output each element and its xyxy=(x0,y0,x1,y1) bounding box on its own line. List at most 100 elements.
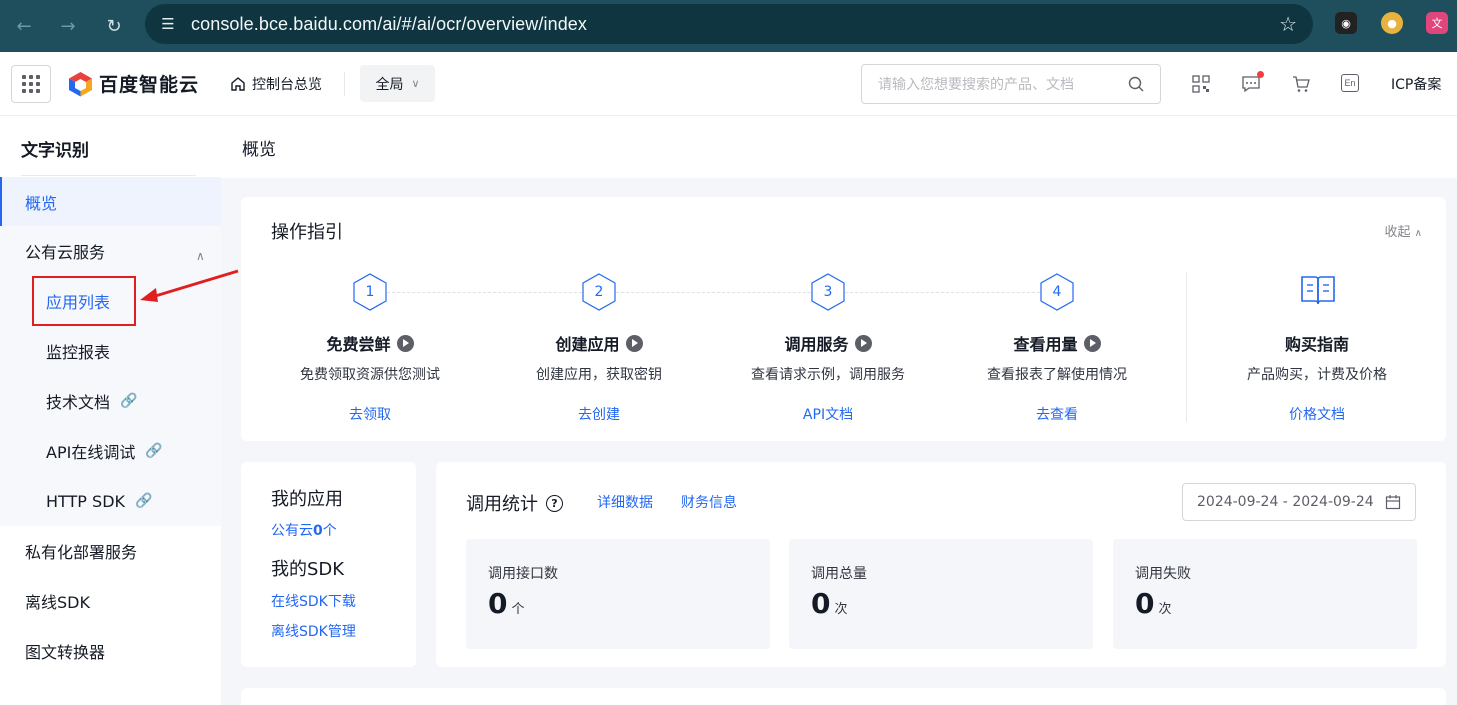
stats-title-text: 调用统计 xyxy=(466,494,538,515)
public-cloud-apps-link[interactable]: 公有云0个 xyxy=(271,520,337,540)
my-apps-title: 我的应用 xyxy=(271,489,343,510)
sidebar-item-http-sdk[interactable]: HTTP SDK 🔗 xyxy=(0,476,221,526)
collapse-button[interactable]: 收起 ∧ xyxy=(1385,221,1422,240)
detail-data-link[interactable]: 详细数据 xyxy=(597,492,653,512)
step-number-hex: 4 xyxy=(1040,273,1074,311)
guide-step: 4 查看用量 查看报表了解使用情况 去查看 xyxy=(942,273,1172,424)
price-docs-link[interactable]: 价格文档 xyxy=(1202,404,1432,424)
header-divider xyxy=(344,72,345,96)
bottom-card xyxy=(241,688,1446,705)
step-number: 3 xyxy=(823,284,833,300)
sidebar-item-api-debug[interactable]: API在线调试 🔗 xyxy=(0,426,221,476)
step-link-view[interactable]: 去查看 xyxy=(942,404,1172,424)
sidebar-item-image-converter[interactable]: 图文转换器 xyxy=(0,626,221,676)
stat-box-interfaces: 调用接口数 0个 xyxy=(466,539,770,649)
chevron-up-icon[interactable]: ∧ xyxy=(196,249,205,263)
guide-step: 1 免费尝鲜 免费领取资源供您测试 去领取 xyxy=(255,273,485,424)
sidebar-item-label: 公有云服务 xyxy=(25,243,106,262)
home-icon xyxy=(231,77,245,91)
sidebar-item-tech-docs[interactable]: 技术文档 🔗 xyxy=(0,376,221,426)
annotation-arrow xyxy=(140,269,239,302)
site-settings-icon[interactable]: ☰ xyxy=(145,15,191,33)
step-link-claim[interactable]: 去领取 xyxy=(255,404,485,424)
product-menu-button[interactable] xyxy=(11,65,51,103)
bookmark-star-icon[interactable]: ☆ xyxy=(1279,12,1297,36)
sidebar-item-private-deploy[interactable]: 私有化部署服务 xyxy=(0,526,221,576)
console-home-link[interactable]: 控制台总览 xyxy=(230,74,322,94)
date-range-picker[interactable]: 2024-09-24 - 2024-09-24 xyxy=(1182,483,1416,521)
stat-value: 0 xyxy=(1135,587,1155,620)
reload-icon[interactable]: ↻ xyxy=(92,4,136,48)
public-cloud-unit: 个 xyxy=(322,523,337,539)
address-bar[interactable]: ☰ console.bce.baidu.com/ai/#/ai/ocr/over… xyxy=(145,4,1313,44)
purchase-desc: 产品购买，计费及价格 xyxy=(1247,367,1387,383)
page-title: 概览 xyxy=(242,140,276,160)
my-apps-card: 我的应用 公有云0个 我的SDK 在线SDK下载 离线SDK管理 xyxy=(241,462,416,667)
sidebar-item-label: HTTP SDK xyxy=(46,491,125,511)
step-link-api-docs[interactable]: API文档 xyxy=(713,404,943,424)
icp-filing-link[interactable]: ICP备案 xyxy=(1391,74,1441,94)
step-name: 查看用量 xyxy=(1013,335,1078,354)
external-link-icon: 🔗 xyxy=(145,443,163,459)
finance-info-link[interactable]: 财务信息 xyxy=(681,492,737,512)
grid-icon xyxy=(22,75,40,93)
sidebar-title: 文字识别 xyxy=(21,141,89,161)
url-text[interactable]: console.bce.baidu.com/ai/#/ai/ocr/overvi… xyxy=(191,14,587,35)
my-sdk-title: 我的SDK xyxy=(271,559,345,580)
stat-label: 调用接口数 xyxy=(488,566,558,582)
stat-label: 调用失败 xyxy=(1135,566,1191,582)
search-placeholder: 请输入您想要搜索的产品、文档 xyxy=(878,77,1074,93)
language-icon[interactable]: En xyxy=(1341,74,1359,92)
play-video-icon[interactable] xyxy=(854,334,872,352)
step-name: 调用服务 xyxy=(784,335,849,354)
stat-unit: 次 xyxy=(1158,602,1172,617)
message-icon[interactable] xyxy=(1241,71,1264,94)
sidebar-item-overview[interactable]: 概览 xyxy=(0,177,221,227)
offline-sdk-manage-link[interactable]: 离线SDK管理 xyxy=(271,621,356,641)
play-video-icon[interactable] xyxy=(1083,334,1101,352)
extension-translate-icon[interactable]: 文 xyxy=(1426,12,1448,34)
sidebar-item-label: API在线调试 xyxy=(46,443,136,462)
sidebar-item-label: 概览 xyxy=(25,194,58,213)
step-link-create[interactable]: 去创建 xyxy=(484,404,714,424)
step-desc: 查看请求示例，调用服务 xyxy=(751,367,905,383)
content-header: 概览 xyxy=(221,116,1457,178)
region-select[interactable]: 全局 ∨ xyxy=(360,65,435,102)
cart-icon[interactable] xyxy=(1291,74,1311,94)
stat-box-failed: 调用失败 0次 xyxy=(1113,539,1417,649)
brand-logo[interactable]: 百度智能云 xyxy=(68,70,199,97)
guide-step: 3 调用服务 查看请求示例，调用服务 API文档 xyxy=(713,273,943,424)
purchase-name: 购买指南 xyxy=(1284,335,1349,354)
help-icon[interactable]: ? xyxy=(546,494,563,512)
stat-unit: 个 xyxy=(511,602,525,617)
step-number-hex: 3 xyxy=(811,273,845,311)
stats-title: 调用统计 ? xyxy=(466,490,563,516)
back-icon[interactable]: ← xyxy=(2,4,46,48)
qrcode-icon[interactable] xyxy=(1191,74,1211,94)
sidebar-item-monitor[interactable]: 监控报表 xyxy=(0,326,221,376)
guide-divider xyxy=(1186,272,1187,422)
play-video-icon[interactable] xyxy=(625,334,643,352)
stat-unit: 次 xyxy=(834,602,848,617)
step-desc: 查看报表了解使用情况 xyxy=(987,367,1127,383)
guide-title: 操作指引 xyxy=(271,222,343,243)
play-video-icon[interactable] xyxy=(396,334,414,352)
step-name: 创建应用 xyxy=(555,335,620,354)
forward-icon[interactable]: → xyxy=(46,4,90,48)
sidebar-item-offline-sdk[interactable]: 离线SDK xyxy=(0,576,221,626)
sidebar: 文字识别 概览 公有云服务 ∧ 应用列表 监控报表 技术文档 🔗 API在线调试… xyxy=(0,116,221,705)
calendar-icon xyxy=(1385,495,1401,510)
chevron-up-icon: ∧ xyxy=(1414,228,1422,239)
language-label: En xyxy=(1344,78,1356,88)
region-value: 全局 xyxy=(375,76,404,93)
online-sdk-download-link[interactable]: 在线SDK下载 xyxy=(271,591,356,611)
extension-avatar-icon[interactable]: ● xyxy=(1381,12,1403,34)
extension-glasses-icon[interactable]: ◉ xyxy=(1335,12,1357,34)
step-number-hex: 2 xyxy=(582,273,616,311)
chevron-down-icon: ∨ xyxy=(411,77,420,90)
console-header: 百度智能云 控制台总览 全局 ∨ 请输入您想要搜索的产品、文档 En ICP备案 xyxy=(0,52,1457,116)
sidebar-divider xyxy=(21,175,196,176)
search-input[interactable]: 请输入您想要搜索的产品、文档 xyxy=(861,64,1161,104)
sidebar-item-label: 离线SDK xyxy=(25,593,90,612)
search-icon[interactable] xyxy=(1128,76,1144,92)
